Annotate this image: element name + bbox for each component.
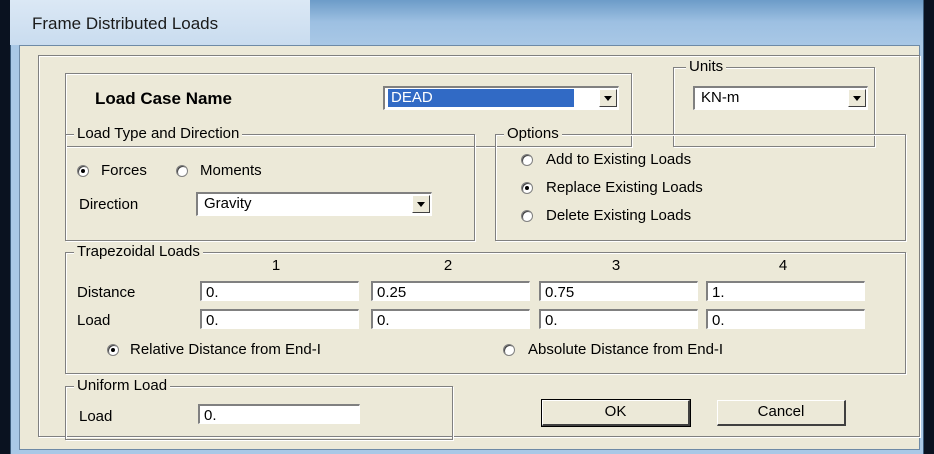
window-title: Frame Distributed Loads [32,14,219,33]
load-case-value: DEAD [387,88,575,108]
relative-distance-radio[interactable] [107,344,119,356]
load-case-label: Load Case Name [95,89,232,108]
load-type-group: Load Type and Direction [65,125,475,241]
uniform-load-input[interactable]: 0. [198,404,360,424]
units-legend: Units [686,58,727,76]
title-bar[interactable]: Frame Distributed Loads [10,0,310,45]
replace-existing-label[interactable]: Replace Existing Loads [546,179,703,197]
options-legend: Options [504,125,562,143]
direction-label: Direction [79,196,139,213]
relative-distance-label[interactable]: Relative Distance from End-I [130,341,321,359]
load-input-3[interactable]: 0. [539,309,698,329]
distance-input-3[interactable]: 0.75 [539,281,698,301]
column-header-2: 2 [443,257,453,274]
units-dropdown-icon[interactable] [848,89,866,107]
absolute-distance-label[interactable]: Absolute Distance from End-I [528,341,723,359]
direction-dropdown-icon[interactable] [412,195,430,213]
load-type-legend: Load Type and Direction [74,125,243,143]
moments-label[interactable]: Moments [200,162,262,180]
uniform-load-legend: Uniform Load [74,377,171,395]
replace-existing-radio[interactable] [521,182,533,194]
column-header-1: 1 [271,257,281,274]
uniform-load-label: Load [79,408,113,425]
distance-label: Distance [77,284,136,301]
distance-input-2[interactable]: 0.25 [371,281,530,301]
ok-button[interactable]: OK [541,399,691,427]
dialog-client: Load Case Name DEAD Units KN-m Load Type… [19,45,920,450]
direction-select[interactable]: Gravity [196,192,432,216]
load-case-select[interactable]: DEAD [383,86,619,110]
add-existing-radio[interactable] [521,154,533,166]
load-row-label: Load [77,312,111,329]
cancel-button[interactable]: Cancel [717,400,846,426]
load-input-4[interactable]: 0. [706,309,865,329]
forces-radio[interactable] [77,165,89,177]
units-value: KN-m [701,89,740,106]
add-existing-label[interactable]: Add to Existing Loads [546,151,691,169]
moments-radio[interactable] [176,165,188,177]
column-header-3: 3 [611,257,621,274]
forces-label[interactable]: Forces [101,162,147,180]
delete-existing-radio[interactable] [521,210,533,222]
absolute-distance-radio[interactable] [503,344,515,356]
delete-existing-label[interactable]: Delete Existing Loads [546,207,691,225]
load-input-2[interactable]: 0. [371,309,530,329]
direction-value: Gravity [204,195,252,212]
load-case-dropdown-icon[interactable] [599,89,617,107]
units-select[interactable]: KN-m [693,86,868,110]
distance-input-4[interactable]: 1. [706,281,865,301]
column-header-4: 4 [778,257,788,274]
distance-input-1[interactable]: 0. [200,281,359,301]
trapezoidal-legend: Trapezoidal Loads [74,243,203,261]
load-input-1[interactable]: 0. [200,309,359,329]
